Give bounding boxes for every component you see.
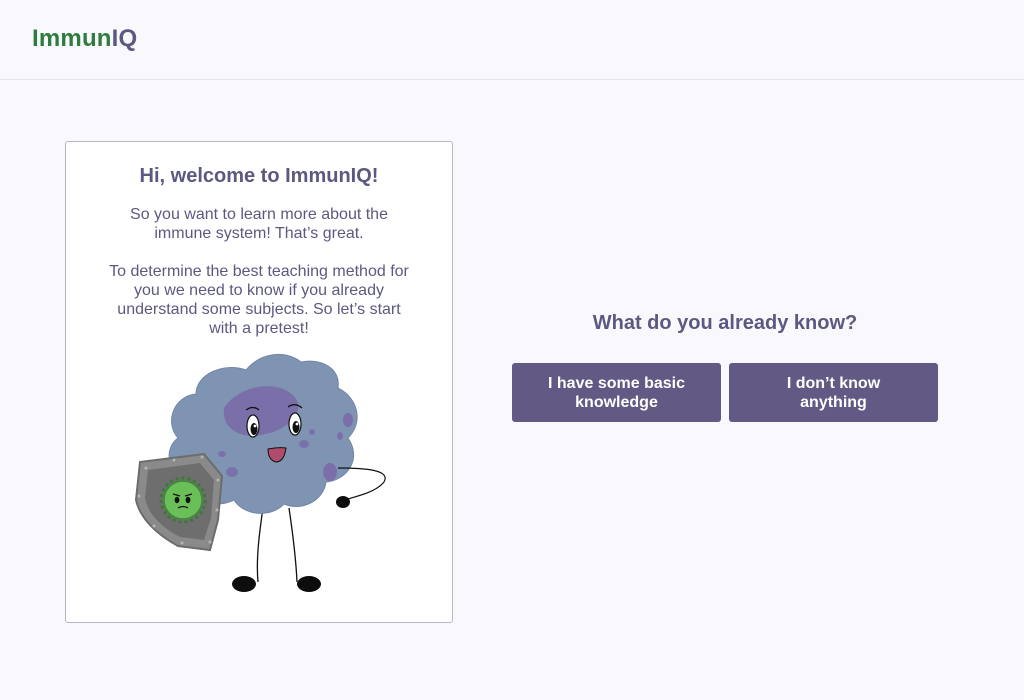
no-knowledge-button[interactable]: I don’t know anything <box>729 363 938 422</box>
logo-text-iq: IQ <box>111 25 138 52</box>
welcome-title: Hi, welcome to ImmunIQ! <box>139 165 379 187</box>
app-logo[interactable]: ImmunIQ <box>32 25 137 53</box>
welcome-card: Hi, welcome to ImmunIQ! So you want to l… <box>65 141 453 623</box>
pretest-question: What do you already know? <box>592 312 858 334</box>
basic-knowledge-button[interactable]: I have some basic knowledge <box>512 363 721 422</box>
app-header: ImmunIQ <box>0 0 1024 80</box>
welcome-paragraph-2: To determine the best teaching method fo… <box>109 263 409 337</box>
immune-cell-mascot-illustration <box>134 353 386 592</box>
welcome-paragraph-1: So you want to learn more about the immu… <box>130 206 388 242</box>
logo-text-immun: Immun <box>32 25 112 52</box>
